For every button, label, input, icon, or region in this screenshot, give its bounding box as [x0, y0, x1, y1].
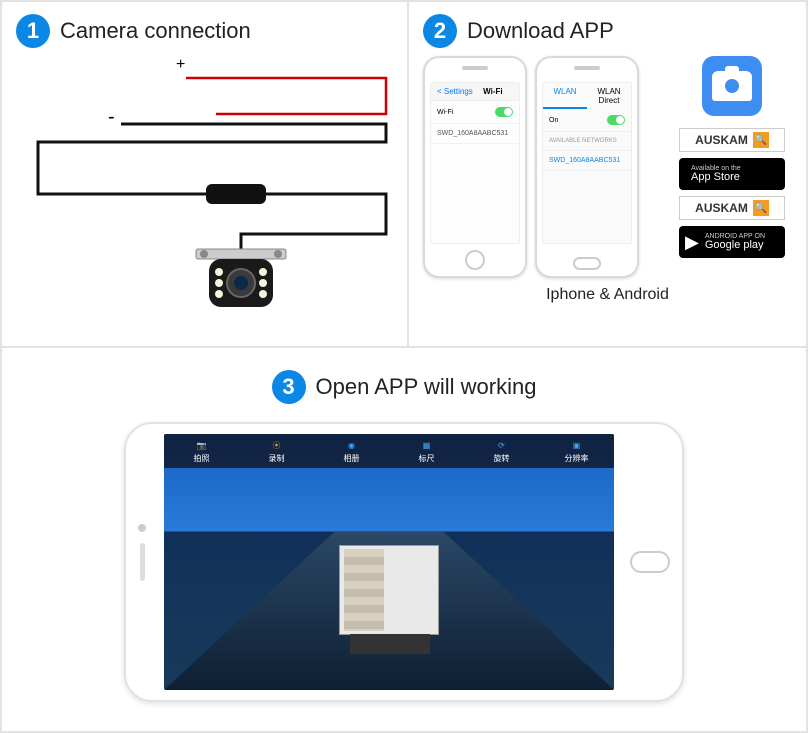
panel-camera-connection: 1 Camera connection + -: [2, 2, 409, 348]
led-3: [215, 290, 223, 298]
step1-number-badge: 1: [16, 14, 50, 48]
wifi-on-label: Wi-Fi: [437, 109, 453, 116]
iphone-home-button: [465, 250, 485, 270]
android-net-header: AVAILABLE NETWORKS: [543, 132, 631, 151]
horizontal-screen: 📷拍照 ⦿录制 ◉相册 ▦标尺 ⟳旋转 ▣分辨率: [164, 434, 614, 690]
wiring-svg: [16, 54, 396, 324]
rotate-icon: ⟳: [495, 438, 509, 452]
positive-wire: [186, 78, 386, 114]
step1-title: Camera connection: [60, 18, 251, 44]
camera-icon: 📷: [195, 438, 209, 452]
tool-gallery: ◉相册: [314, 434, 389, 468]
platforms-label: Iphone & Android: [423, 286, 792, 304]
tool-capture: 📷拍照: [164, 434, 239, 468]
android-network-row: SWD_160A8AABC531: [543, 151, 631, 171]
panel-open-app: 3 Open APP will working 📷拍照 ⦿录制 ◉相册 ▦标尺 …: [2, 348, 806, 731]
phone-speaker-horizontal: [140, 543, 145, 581]
camera-live-view: 📷拍照 ⦿录制 ◉相册 ▦标尺 ⟳旋转 ▣分辨率: [164, 434, 614, 690]
horizontal-phone-mockup: 📷拍照 ⦿录制 ◉相册 ▦标尺 ⟳旋转 ▣分辨率: [124, 422, 684, 702]
top-row: 1 Camera connection + -: [2, 2, 806, 348]
step3-number-badge: 3: [272, 370, 306, 404]
panel-download-app: 2 Download APP < Settings Wi-Fi Wi-Fi: [409, 2, 806, 348]
android-on-label: On: [549, 117, 558, 124]
tool-record: ⦿录制: [239, 434, 314, 468]
ios-wifi-toggle-row: Wi-Fi: [431, 101, 519, 124]
step3-title: Open APP will working: [316, 374, 537, 400]
record-icon: ⦿: [270, 438, 284, 452]
step2-heading: 2 Download APP: [423, 14, 792, 48]
tab-wlan: WLAN: [543, 83, 587, 109]
android-mockup: WLAN WLAN Direct On AVAILABLE NETWORKS S…: [535, 56, 639, 278]
negative-wire: [38, 124, 386, 194]
step2-number-badge: 2: [423, 14, 457, 48]
android-screen: WLAN WLAN Direct On AVAILABLE NETWORKS S…: [542, 82, 632, 244]
google-play-icon: ▶: [685, 232, 699, 253]
tool-ruler: ▦标尺: [389, 434, 464, 468]
wifi-toggle-icon: [495, 107, 513, 117]
tab-wlan-direct: WLAN Direct: [587, 83, 631, 109]
gallery-icon: ◉: [345, 438, 359, 452]
app-icon: [702, 56, 762, 116]
step3-heading: 3 Open APP will working: [16, 370, 792, 404]
wifi-toggle-icon: [607, 115, 625, 125]
tool-rotate: ⟳旋转: [464, 434, 539, 468]
bracket-screw-left: [200, 250, 208, 258]
ios-wifi-title: Wi-Fi: [483, 87, 502, 96]
iphone-screen: < Settings Wi-Fi Wi-Fi SWD_160A8AABC531: [430, 82, 520, 244]
resolution-icon: ▣: [570, 438, 584, 452]
ios-wifi-network-row: SWD_160A8AABC531: [431, 124, 519, 144]
phone-speaker: [462, 66, 488, 70]
android-tabs: WLAN WLAN Direct: [543, 83, 631, 109]
wiring-diagram: + -: [16, 54, 393, 324]
led-4: [259, 268, 267, 276]
badges-column: AUSKAM 🔍 Available on theApp Store AUSKA…: [672, 56, 792, 258]
inline-transmitter: [206, 184, 266, 204]
bracket-screw-right: [274, 250, 282, 258]
google-play-badge: ▶ ANDROID APP ONGoogle play: [679, 226, 785, 258]
app-icon-camera-glyph: [712, 71, 752, 101]
search-icon: 🔍: [753, 132, 769, 148]
phone-speaker: [574, 66, 600, 70]
phones-row: < Settings Wi-Fi Wi-Fi SWD_160A8AABC531: [423, 56, 792, 278]
phone-home-button-horizontal: [630, 551, 670, 573]
auskam-badge-appstore: AUSKAM 🔍: [679, 128, 785, 152]
step1-heading: 1 Camera connection: [16, 14, 393, 48]
android-wifi-toggle-row: On: [543, 109, 631, 132]
truck-graphic: [339, 545, 439, 635]
polarity-plus-label: +: [176, 56, 185, 74]
camera-lens-glass: [234, 276, 248, 290]
polarity-minus-label: -: [108, 106, 115, 129]
android-network-name: SWD_160A8AABC531: [549, 157, 620, 164]
step2-title: Download APP: [467, 18, 614, 44]
ios-network-name: SWD_160A8AABC531: [437, 130, 508, 137]
iphone-mockup: < Settings Wi-Fi Wi-Fi SWD_160A8AABC531: [423, 56, 527, 278]
led-5: [259, 279, 267, 287]
tool-resolution: ▣分辨率: [539, 434, 614, 468]
led-1: [215, 268, 223, 276]
ios-back-link: < Settings: [437, 87, 473, 96]
phone-front-camera: [138, 524, 146, 532]
led-2: [215, 279, 223, 287]
mounting-bracket: [196, 249, 286, 259]
app-store-badge: Available on theApp Store: [679, 158, 785, 190]
android-home-button: [573, 257, 601, 270]
instruction-card: 1 Camera connection + -: [0, 0, 808, 733]
search-icon: 🔍: [753, 200, 769, 216]
ruler-icon: ▦: [420, 438, 434, 452]
ios-wifi-header: < Settings Wi-Fi: [431, 83, 519, 101]
auskam-badge-googleplay: AUSKAM 🔍: [679, 196, 785, 220]
led-6: [259, 290, 267, 298]
app-toolbar: 📷拍照 ⦿录制 ◉相册 ▦标尺 ⟳旋转 ▣分辨率: [164, 434, 614, 468]
